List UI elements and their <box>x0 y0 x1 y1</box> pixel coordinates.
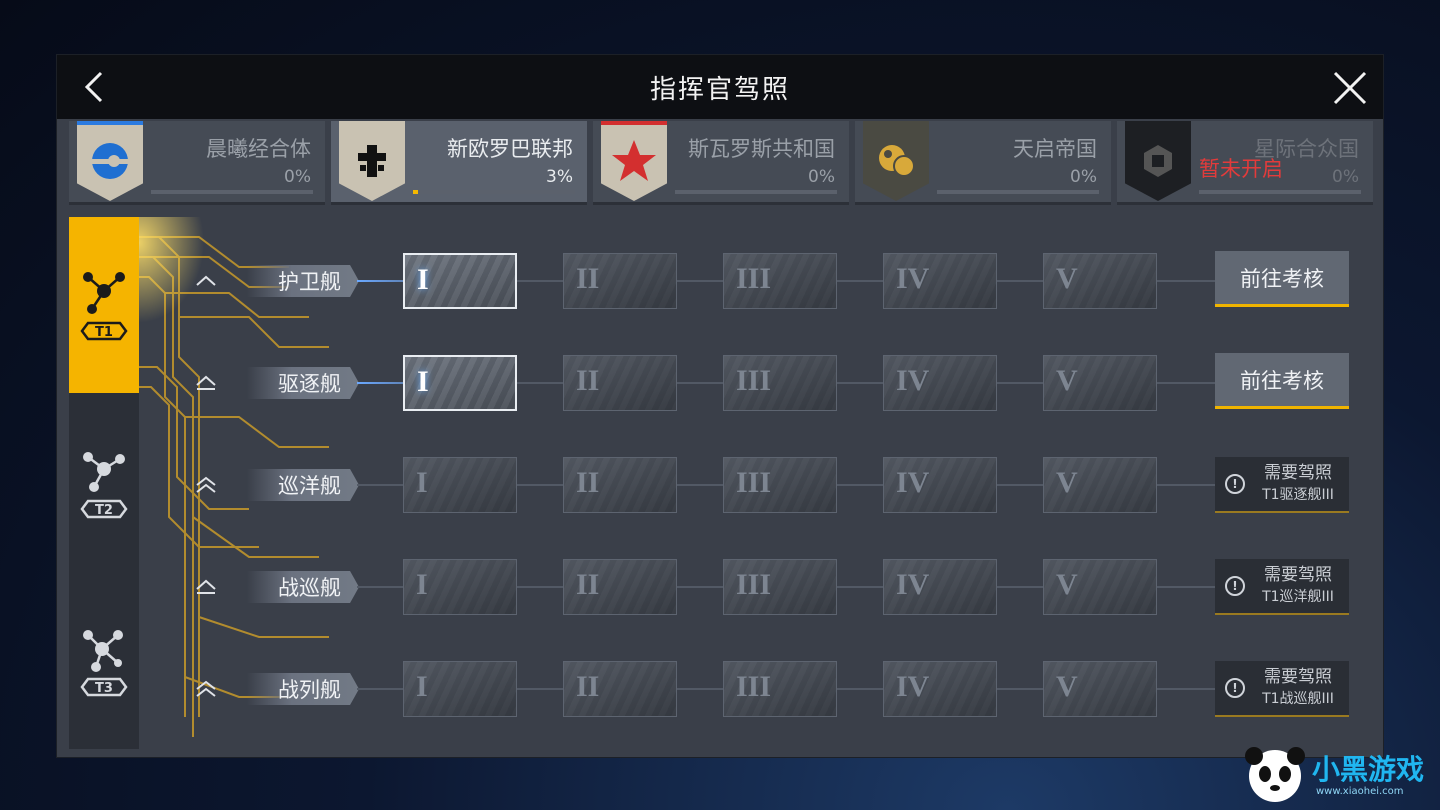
level-cell[interactable]: III <box>723 559 837 615</box>
level-cell[interactable]: II <box>563 253 677 309</box>
faction-percent: 0% <box>808 167 835 187</box>
faction-progress-bar <box>151 190 313 194</box>
faction-percent: 3% <box>546 167 573 187</box>
requirement-title: 需要驾照 <box>1264 565 1332 585</box>
ship-class-label: 护卫舰 <box>247 265 359 297</box>
level-cell[interactable]: II <box>563 457 677 513</box>
level-cell[interactable]: V <box>1043 355 1157 411</box>
level-cell[interactable]: II <box>563 661 677 717</box>
panda-logo-icon <box>1245 747 1305 802</box>
hexagon-emblem-icon <box>1144 145 1172 177</box>
level-cell[interactable]: IV <box>883 457 997 513</box>
locked-label: 暂未开启 <box>1199 157 1283 181</box>
license-requirement: ! 需要驾照 T1巡洋舰III <box>1215 559 1349 615</box>
level-cell[interactable]: IV <box>883 253 997 309</box>
faction-name: 新欧罗巴联邦 <box>447 137 573 161</box>
page-title: 指挥官驾照 <box>649 74 790 105</box>
go-to-assessment-button[interactable]: 前往考核 <box>1215 251 1349 307</box>
faction-name: 天启帝国 <box>1013 137 1097 161</box>
level-cell[interactable]: III <box>723 355 837 411</box>
faction-emblem <box>339 121 405 201</box>
warning-icon: ! <box>1225 474 1245 494</box>
level-cell[interactable]: I <box>403 355 517 411</box>
warning-icon: ! <box>1225 678 1245 698</box>
faction-tab-interstellar[interactable]: 星际合众国 暂未开启 0% <box>1117 121 1373 205</box>
level-cell[interactable]: II <box>563 355 677 411</box>
level-cell[interactable]: V <box>1043 661 1157 717</box>
chevron-up-icon <box>196 579 216 594</box>
dawn-emblem-icon <box>92 143 128 179</box>
requirement-detail: T1巡洋舰III <box>1262 589 1334 605</box>
ship-class-label: 巡洋舰 <box>247 469 359 501</box>
requirement-title: 需要驾照 <box>1264 667 1332 687</box>
level-cell[interactable]: I <box>403 457 517 513</box>
requirement-detail: T1驱逐舰III <box>1262 487 1334 503</box>
warning-icon: ! <box>1225 576 1245 596</box>
close-button[interactable] <box>1331 69 1369 107</box>
red-star-icon <box>612 140 656 181</box>
level-cell[interactable]: I <box>403 253 517 309</box>
watermark-text: 小黑游戏 <box>1312 753 1425 786</box>
level-cell[interactable]: III <box>723 253 837 309</box>
faction-emblem <box>863 121 929 201</box>
faction-percent: 0% <box>1332 167 1359 187</box>
level-cell[interactable]: V <box>1043 253 1157 309</box>
faction-progress-bar <box>937 190 1099 194</box>
license-requirement: ! 需要驾照 T1驱逐舰III <box>1215 457 1349 513</box>
ship-class-label: 战列舰 <box>247 673 359 705</box>
double-chevron-up-icon <box>196 680 216 697</box>
faction-progress-bar <box>413 190 575 194</box>
back-button[interactable] <box>77 69 113 105</box>
tier-label: T1 <box>95 325 113 340</box>
chevron-up-icon <box>196 275 216 286</box>
title-bar: 指挥官驾照 <box>57 55 1383 119</box>
orb-emblem-icon <box>879 145 915 177</box>
faction-tab-svaros[interactable]: 斯瓦罗斯共和国 0% <box>593 121 849 205</box>
site-watermark: 小黑游戏 www.xiaohei.com <box>1242 744 1432 806</box>
chevron-up-icon <box>196 375 216 390</box>
faction-tab-dawn[interactable]: 晨曦经合体 0% <box>69 121 325 205</box>
level-cell[interactable]: IV <box>883 559 997 615</box>
ship-class-label: 驱逐舰 <box>247 367 359 399</box>
faction-tabs: 晨曦经合体 0% 新欧罗巴联邦 3% 斯瓦罗斯共和国 0% 天启帝国 0% 星际… <box>69 121 1373 207</box>
faction-name: 晨曦经合体 <box>206 137 311 161</box>
faction-percent: 0% <box>284 167 311 187</box>
level-cell[interactable]: I <box>403 559 517 615</box>
faction-tab-new-europa[interactable]: 新欧罗巴联邦 3% <box>331 121 587 205</box>
level-cell[interactable]: II <box>563 559 677 615</box>
faction-emblem <box>77 121 143 201</box>
double-chevron-up-icon <box>196 476 216 493</box>
level-cell[interactable]: IV <box>883 661 997 717</box>
level-cell[interactable]: III <box>723 457 837 513</box>
faction-emblem <box>1125 121 1191 201</box>
faction-percent: 0% <box>1070 167 1097 187</box>
faction-name: 斯瓦罗斯共和国 <box>688 137 835 161</box>
commander-license-dialog: 指挥官驾照 晨曦经合体 0% 新欧罗巴联邦 3% 斯瓦罗斯共和国 0% 天启帝国… <box>56 54 1384 758</box>
faction-emblem <box>601 121 667 201</box>
watermark-url: www.xiaohei.com <box>1316 786 1404 797</box>
requirement-detail: T1战巡舰III <box>1262 691 1334 707</box>
faction-tab-apocalypse[interactable]: 天启帝国 0% <box>855 121 1111 205</box>
level-cell[interactable]: I <box>403 661 517 717</box>
level-cell[interactable]: V <box>1043 457 1157 513</box>
license-requirement: ! 需要驾照 T1战巡舰III <box>1215 661 1349 717</box>
cross-emblem-icon <box>358 145 386 177</box>
go-to-assessment-button[interactable]: 前往考核 <box>1215 353 1349 409</box>
faction-progress-bar <box>1199 190 1361 194</box>
requirement-title: 需要驾照 <box>1264 463 1332 483</box>
faction-progress-bar <box>675 190 837 194</box>
level-cell[interactable]: IV <box>883 355 997 411</box>
ship-class-label: 战巡舰 <box>247 571 359 603</box>
level-cell[interactable]: V <box>1043 559 1157 615</box>
level-cell[interactable]: III <box>723 661 837 717</box>
